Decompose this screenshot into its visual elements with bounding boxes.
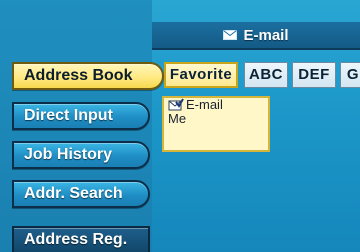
job-history-button[interactable]: Job History <box>12 141 150 169</box>
screen: E-mail Address Book Direct Input Job His… <box>0 0 360 252</box>
entry-type-label: E-mail <box>186 97 223 112</box>
entry-name: Me <box>168 111 187 126</box>
page-title: E-mail <box>243 26 289 44</box>
list-item[interactable]: E-mail <box>164 98 268 112</box>
tab-g[interactable]: G <box>340 62 360 88</box>
tab-favorite[interactable]: Favorite <box>164 62 238 88</box>
tab-abc[interactable]: ABC <box>244 62 288 88</box>
envelope-icon <box>223 30 238 40</box>
direct-input-button[interactable]: Direct Input <box>12 102 150 130</box>
destination-list: E-mail Me <box>162 96 270 152</box>
address-book-button[interactable]: Address Book <box>12 62 164 90</box>
list-item-name[interactable]: Me <box>164 112 268 126</box>
address-reg-button[interactable]: Address Reg. <box>12 226 150 252</box>
addr-search-button[interactable]: Addr. Search <box>12 180 150 208</box>
page-header: E-mail <box>152 22 360 50</box>
tab-def[interactable]: DEF <box>292 62 336 88</box>
email-checked-icon <box>168 98 184 111</box>
